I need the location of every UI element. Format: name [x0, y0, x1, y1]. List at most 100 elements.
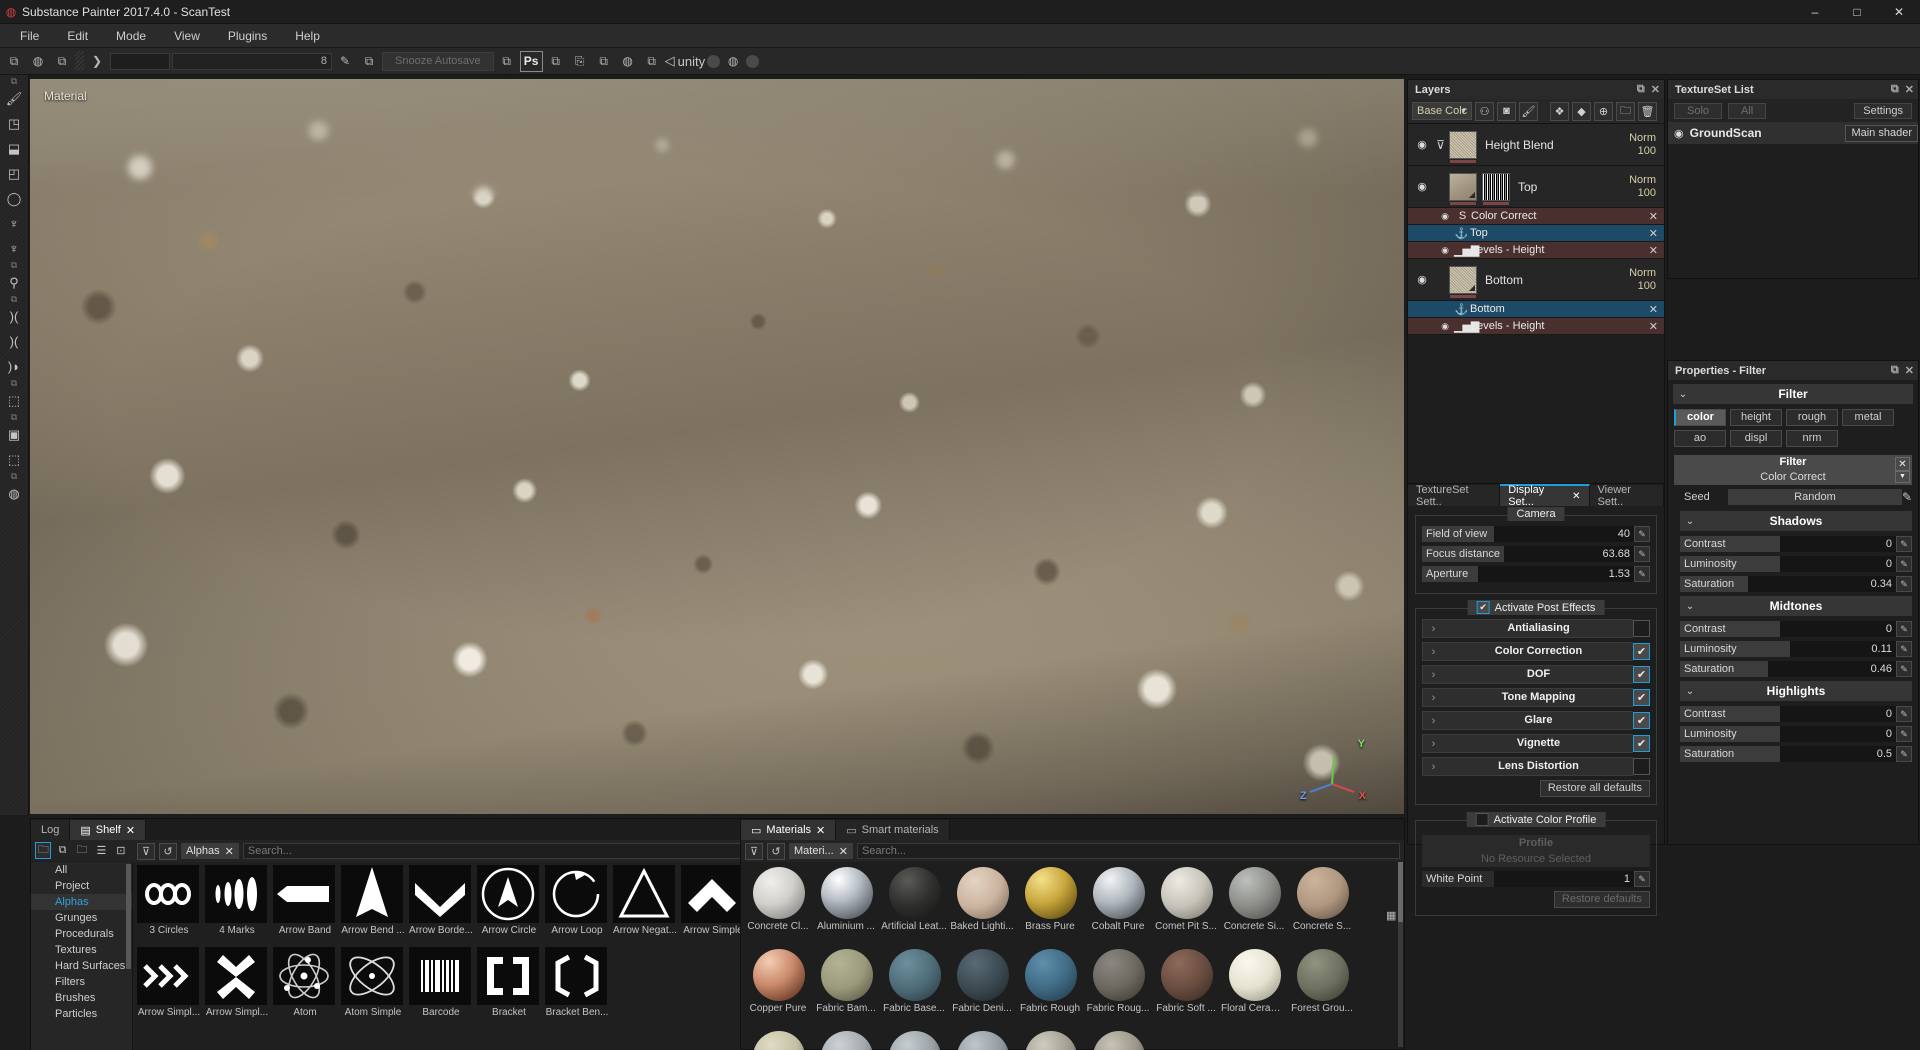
highlights-saturation-slider[interactable]: 0.5 — [1780, 746, 1896, 762]
highlights-luminosity-slider[interactable]: 0 — [1780, 726, 1896, 742]
chevron-right-icon[interactable]: › — [1422, 665, 1444, 684]
seed-value[interactable]: Random — [1728, 489, 1902, 505]
pen-icon[interactable]: ✎ — [1896, 726, 1912, 742]
cube-3d-icon[interactable]: ⬚ — [2, 388, 27, 413]
add-folder-icon[interactable]: 🗀 — [1616, 102, 1635, 121]
material-item[interactable]: Concrete Cl... — [745, 865, 813, 947]
shadows-saturation-slider[interactable]: 0.34 — [1748, 576, 1896, 592]
layers-float-icon[interactable]: ⧉ — [1637, 83, 1645, 96]
tab-textureset-settings[interactable]: TextureSet Sett.. — [1408, 485, 1500, 506]
clone-stamp-icon[interactable]: ♆ — [2, 211, 27, 236]
effect-row-color-correct[interactable]: ◉ S Color Correct ✕ — [1408, 208, 1664, 225]
white-point-slider[interactable]: 1 — [1494, 871, 1634, 887]
shelf-item[interactable]: Arrow Simpl... — [205, 947, 272, 1029]
material-item[interactable]: Fabric Bam... — [813, 947, 881, 1029]
material-item[interactable]: Forest Grou... — [1289, 947, 1357, 1029]
aperture-property[interactable]: Aperture 1.53 ✎ — [1422, 566, 1650, 582]
effect-row-levels-height-bottom[interactable]: ◉ ▁▅▇ Levels - Height ✕ — [1408, 318, 1664, 335]
material-item[interactable]: Fabric Soft ... — [1153, 947, 1221, 1029]
shelf-item[interactable]: 4 Marks — [205, 865, 272, 947]
eyedropper-icon[interactable]: ⚲ — [2, 270, 27, 295]
layer-visibility-icon[interactable]: ◉ — [1412, 273, 1432, 286]
chevron-right-icon[interactable]: › — [1422, 688, 1444, 707]
shelf-item[interactable]: Arrow Negat... — [613, 865, 680, 947]
rail-grip-2[interactable]: ⧉ — [3, 261, 25, 270]
chevron-down-icon[interactable]: ⌄ — [1680, 516, 1700, 527]
3d-viewport[interactable]: Material X Y Z — [30, 79, 1404, 814]
chip-rough[interactable]: rough — [1786, 409, 1838, 426]
midtones-contrast-slider[interactable]: 0 — [1780, 621, 1896, 637]
shelf-category-textures[interactable]: Textures — [31, 942, 132, 958]
mirror-icon[interactable]: )◗ — [2, 354, 27, 379]
midtones-saturation-property[interactable]: Saturation 0.46 ✎ — [1680, 661, 1912, 677]
rail-grip-4[interactable]: ⧉ — [3, 379, 25, 388]
material-item[interactable]: Floral Ceram... — [1221, 947, 1289, 1029]
focus-distance-slider[interactable]: 63.68 — [1504, 546, 1634, 562]
shelf-category-hard-surfaces[interactable]: Hard Surfaces — [31, 958, 132, 974]
substance-share-icon[interactable]: ◍ — [617, 51, 639, 72]
shadows-section-header[interactable]: ⌄ Shadows — [1680, 511, 1912, 531]
chevron-down-icon[interactable]: ⌄ — [1673, 389, 1693, 400]
effect-close-icon[interactable]: ✕ — [1649, 303, 1664, 316]
shelf-item[interactable]: Arrow Loop — [545, 865, 612, 947]
delete-layer-icon[interactable]: 🗑 — [1638, 102, 1657, 121]
material-item-partial[interactable] — [949, 1029, 1017, 1050]
shelf-category-project[interactable]: Project — [31, 878, 132, 894]
materials-search-input[interactable]: Search... — [857, 843, 1400, 859]
menu-mode[interactable]: Mode — [102, 24, 160, 48]
pencil-icon[interactable]: ✎ — [334, 51, 356, 72]
layer-visibility-icon[interactable]: ◉ — [1412, 138, 1432, 151]
filter-section-header[interactable]: ⌄ Filter — [1673, 384, 1913, 404]
shelf-filter-pill[interactable]: Alphas ✕ — [181, 843, 239, 859]
field-of-view-slider[interactable]: 40 — [1494, 526, 1634, 542]
menu-plugins[interactable]: Plugins — [214, 24, 281, 48]
menu-edit[interactable]: Edit — [53, 24, 102, 48]
effect-row-dof[interactable]: › DOF ✔ — [1422, 665, 1650, 684]
material-item[interactable]: Aluminium ... — [813, 865, 881, 947]
pen-icon[interactable]: ✎ — [1896, 576, 1912, 592]
shelf-list-icon[interactable]: ☰ — [93, 842, 109, 859]
seed-property[interactable]: Seed Random ✎ — [1684, 489, 1912, 505]
effect-row-levels-height-top[interactable]: ◉ ▁▅▇ Levels - Height ✕ — [1408, 242, 1664, 259]
shading-mode-icon[interactable]: ⬚ — [2, 447, 27, 472]
float-icon-4[interactable]: ⧉ — [496, 51, 518, 72]
add-fill-layer-icon[interactable]: ◆ — [1572, 102, 1591, 121]
shelf-item[interactable]: Barcode — [409, 947, 476, 1029]
textureset-row-groundscan[interactable]: ◉ GroundScan Main shader — [1668, 122, 1918, 144]
highlights-contrast-slider[interactable]: 0 — [1780, 706, 1896, 722]
effect-row-glare[interactable]: › Glare ✔ — [1422, 711, 1650, 730]
rail-grip-1[interactable]: ⧉ — [3, 77, 25, 86]
focus-distance-property[interactable]: Focus distance 63.68 ✎ — [1422, 546, 1650, 562]
pen-icon[interactable]: ✎ — [1896, 556, 1912, 572]
shelf-category-procedurals[interactable]: Procedurals — [31, 926, 132, 942]
close-button[interactable]: ✕ — [1878, 0, 1920, 24]
material-item[interactable]: Comet Pit S... — [1153, 865, 1221, 947]
effect-close-icon[interactable]: ✕ — [1649, 320, 1664, 333]
midtones-saturation-slider[interactable]: 0.46 — [1768, 661, 1896, 677]
chip-displ[interactable]: displ — [1730, 430, 1782, 447]
effect-close-icon[interactable]: ✕ — [1649, 244, 1664, 257]
effect-toggle-checkbox[interactable]: ✔ — [1633, 735, 1650, 752]
material-item-partial[interactable] — [813, 1029, 881, 1050]
midtones-luminosity-slider[interactable]: 0.11 — [1790, 641, 1896, 657]
pen-icon[interactable]: ✎ — [1896, 661, 1912, 677]
layer-row-height-blend[interactable]: ◉ ⊽ Height Blend Norm 100 — [1408, 124, 1664, 166]
layer-row-bottom[interactable]: ◉ ◢ Bottom Norm 100 — [1408, 259, 1664, 301]
effect-row-anchor-top[interactable]: ⚓ Top ✕ — [1408, 225, 1664, 242]
effect-visibility-icon[interactable]: ◉ — [1436, 245, 1454, 256]
restore-all-defaults-button[interactable]: Restore all defaults — [1540, 780, 1650, 797]
brush-slider[interactable] — [110, 53, 170, 70]
shadows-contrast-slider[interactable]: 0 — [1780, 536, 1896, 552]
chevron-down-icon[interactable]: ⌄ — [1680, 601, 1700, 612]
layers-close-icon[interactable]: ✕ — [1651, 83, 1660, 96]
shadows-contrast-property[interactable]: Contrast 0 ✎ — [1680, 536, 1912, 552]
material-item[interactable]: Cobalt Pure — [1085, 865, 1153, 947]
white-point-property[interactable]: White Point 1 ✎ — [1422, 871, 1650, 887]
effect-close-icon[interactable]: ✕ — [1649, 210, 1664, 223]
materials-scrollbar[interactable] — [1398, 862, 1403, 1047]
tab-shelf[interactable]: ▤ Shelf ✕ — [70, 820, 146, 840]
shelf-category-alphas[interactable]: Alphas — [31, 894, 132, 910]
pen-icon[interactable]: ✎ — [1634, 871, 1650, 887]
chip-height[interactable]: height — [1730, 409, 1782, 426]
lasso-icon[interactable]: ◯ — [2, 186, 27, 211]
